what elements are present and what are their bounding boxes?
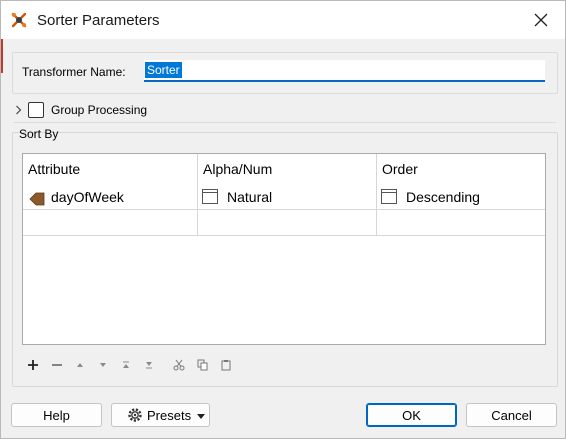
- presets-label: Presets: [147, 407, 192, 423]
- attribute-value: dayOfWeek: [51, 189, 124, 205]
- empty-cell-alpha-num[interactable]: [198, 210, 377, 236]
- gear-icon: [126, 406, 144, 424]
- paste-icon[interactable]: [218, 357, 234, 373]
- sort-by-label: Sort By: [19, 127, 59, 141]
- transformer-name-value: Sorter: [145, 62, 182, 78]
- group-processing-checkbox[interactable]: [28, 102, 44, 118]
- column-header-attribute[interactable]: Attribute: [23, 154, 198, 184]
- ok-button[interactable]: OK: [366, 403, 457, 427]
- move-down-icon[interactable]: [95, 357, 111, 373]
- empty-cell-order[interactable]: [377, 210, 545, 236]
- remove-icon[interactable]: [49, 357, 65, 373]
- cancel-button[interactable]: Cancel: [466, 403, 557, 427]
- move-up-icon[interactable]: [72, 357, 88, 373]
- divider: [13, 122, 556, 123]
- window-title: Sorter Parameters: [37, 12, 160, 29]
- transformer-name-label: Transformer Name:: [22, 65, 126, 79]
- close-icon[interactable]: [521, 5, 561, 35]
- group-processing-label: Group Processing: [51, 103, 148, 117]
- chevron-down-icon: [197, 408, 206, 423]
- chevron-right-icon[interactable]: [15, 103, 25, 117]
- transformer-icon: [10, 11, 28, 29]
- empty-cell-attribute[interactable]: [23, 210, 198, 236]
- title-bar[interactable]: Sorter Parameters: [1, 1, 565, 39]
- dropdown-field-icon: [202, 189, 218, 204]
- move-top-icon[interactable]: [118, 357, 134, 373]
- table-cell-attribute[interactable]: dayOfWeek: [23, 184, 198, 210]
- column-header-alpha-num[interactable]: Alpha/Num: [198, 154, 377, 184]
- copy-icon[interactable]: [195, 357, 211, 373]
- sort-table: Attribute Alpha/Num Order dayOfWeek Natu…: [22, 153, 546, 345]
- column-header-order[interactable]: Order: [377, 154, 545, 184]
- cut-icon[interactable]: [171, 357, 187, 373]
- group-processing-row: Group Processing: [13, 101, 553, 121]
- dropdown-field-icon: [381, 189, 397, 204]
- help-button[interactable]: Help: [11, 403, 102, 427]
- add-icon[interactable]: [25, 357, 41, 373]
- table-cell-alpha-num[interactable]: Natural: [198, 184, 377, 210]
- table-toolbar: [25, 357, 255, 375]
- order-value: Descending: [406, 189, 480, 205]
- table-cell-order[interactable]: Descending: [377, 184, 545, 210]
- sorter-parameters-dialog: Sorter Parameters Transformer Name: Sort…: [0, 0, 566, 439]
- attribute-icon: [29, 189, 45, 206]
- presets-button[interactable]: Presets: [111, 403, 210, 427]
- move-bottom-icon[interactable]: [141, 357, 157, 373]
- transformer-name-input[interactable]: Sorter: [144, 60, 545, 82]
- side-accent: [1, 39, 3, 73]
- alpha-num-value: Natural: [227, 189, 273, 205]
